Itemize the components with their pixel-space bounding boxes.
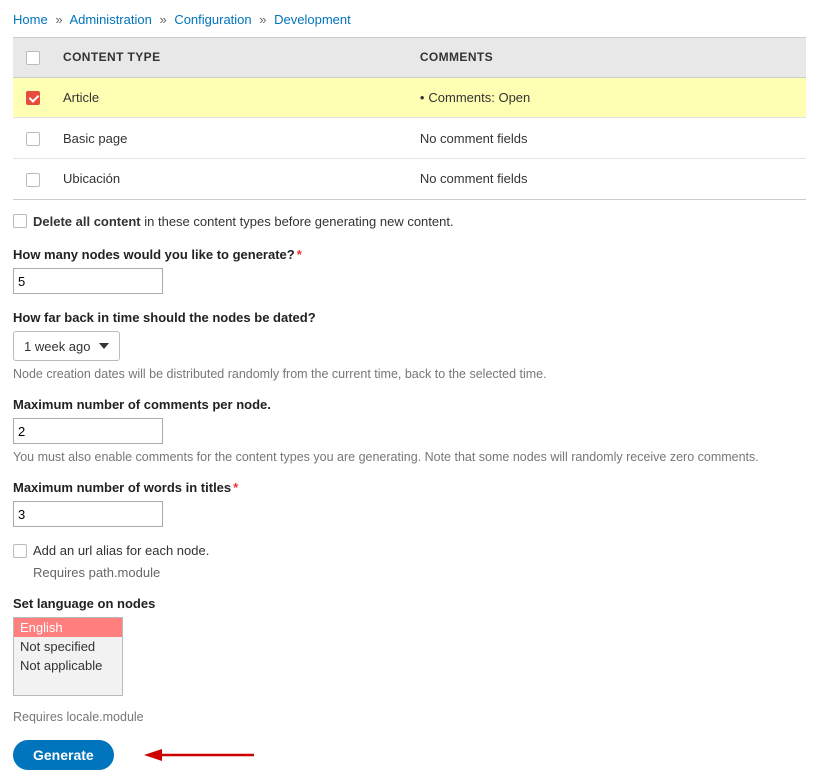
breadcrumb-sep-icon: » — [51, 12, 66, 27]
table-row: Article •Comments: Open — [13, 77, 806, 118]
breadcrumb-home[interactable]: Home — [13, 12, 48, 27]
breadcrumb-development[interactable]: Development — [274, 12, 351, 27]
content-type-cell: Ubicación — [53, 158, 410, 199]
delete-content-checkbox[interactable] — [13, 214, 27, 228]
delete-content-option[interactable]: Delete all content in these content type… — [13, 214, 454, 229]
nodes-count-input[interactable] — [13, 268, 163, 294]
select-all-header — [13, 38, 53, 78]
row-checkbox-article[interactable] — [26, 91, 40, 105]
language-option-english[interactable]: English — [14, 618, 122, 637]
url-alias-label: Add an url alias for each node. — [33, 543, 209, 558]
content-type-cell: Article — [53, 77, 410, 118]
url-alias-checkbox[interactable] — [13, 544, 27, 558]
language-note: Requires locale.module — [13, 710, 806, 724]
breadcrumb: Home » Administration » Configuration » … — [13, 10, 806, 37]
comments-text: Comments: Open — [428, 90, 530, 105]
table-row: Ubicación No comment fields — [13, 158, 806, 199]
comments-cell: No comment fields — [410, 118, 806, 159]
select-all-checkbox[interactable] — [26, 51, 40, 65]
date-back-label: How far back in time should the nodes be… — [13, 310, 806, 325]
comments-header: COMMENTS — [410, 38, 806, 78]
date-back-description: Node creation dates will be distributed … — [13, 367, 806, 381]
breadcrumb-sep-icon: » — [255, 12, 270, 27]
max-words-input[interactable] — [13, 501, 163, 527]
nodes-count-label: How many nodes would you like to generat… — [13, 247, 806, 262]
max-words-label: Maximum number of words in titles* — [13, 480, 806, 495]
chevron-down-icon — [99, 343, 109, 349]
breadcrumb-sep-icon: » — [155, 12, 170, 27]
required-icon: * — [295, 247, 302, 262]
url-alias-note: Requires path.module — [33, 565, 806, 580]
language-option-not-specified[interactable]: Not specified — [14, 637, 122, 656]
required-icon: * — [231, 480, 238, 495]
delete-content-label: Delete all content in these content type… — [33, 214, 454, 229]
table-row: Basic page No comment fields — [13, 118, 806, 159]
generate-button[interactable]: Generate — [13, 740, 114, 770]
row-checkbox-ubicacion[interactable] — [26, 173, 40, 187]
content-type-cell: Basic page — [53, 118, 410, 159]
max-comments-description: You must also enable comments for the co… — [13, 450, 806, 464]
date-back-value: 1 week ago — [24, 339, 91, 354]
row-checkbox-basic-page[interactable] — [26, 132, 40, 146]
comments-cell: •Comments: Open — [410, 77, 806, 118]
breadcrumb-administration[interactable]: Administration — [69, 12, 151, 27]
content-types-table: CONTENT TYPE COMMENTS Article •Comments:… — [13, 37, 806, 200]
content-type-header: CONTENT TYPE — [53, 38, 410, 78]
arrow-left-icon — [144, 745, 254, 765]
comments-cell: No comment fields — [410, 158, 806, 199]
language-select[interactable]: English Not specified Not applicable — [13, 617, 123, 696]
language-option-not-applicable[interactable]: Not applicable — [14, 656, 122, 675]
date-back-select[interactable]: 1 week ago — [13, 331, 120, 361]
language-label: Set language on nodes — [13, 596, 806, 611]
url-alias-option[interactable]: Add an url alias for each node. — [13, 543, 209, 558]
max-comments-label: Maximum number of comments per node. — [13, 397, 806, 412]
breadcrumb-configuration[interactable]: Configuration — [174, 12, 251, 27]
max-comments-input[interactable] — [13, 418, 163, 444]
